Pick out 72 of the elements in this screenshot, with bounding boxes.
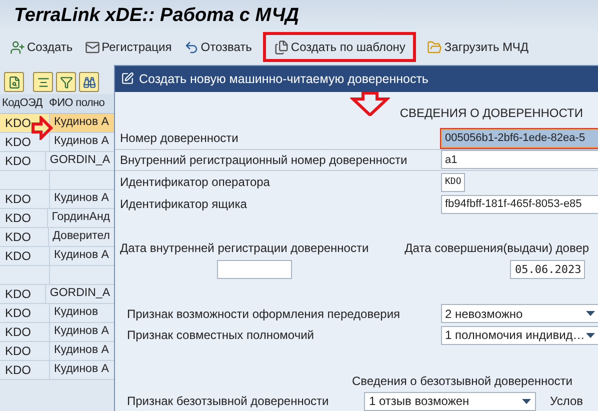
table-cell: ГординАнд	[48, 209, 114, 227]
table-cell: KDO	[0, 361, 50, 379]
toolbar-button[interactable]: Создать	[6, 35, 77, 59]
table-cell: GORDIN_A	[46, 285, 114, 303]
field-label: Услов	[550, 393, 584, 410]
table-cell: Кудинов А	[50, 133, 114, 151]
table-cell: GORDIN_A	[46, 152, 114, 170]
table-cell: KDO	[0, 209, 48, 227]
table-cell: KDO	[0, 323, 50, 341]
tool-button[interactable]	[4, 72, 24, 92]
dropdown[interactable]: 1 полномочия индивид…	[441, 326, 598, 345]
caret-icon	[586, 332, 595, 338]
dialog-title: Создать новую машинно-читаемую доверенность	[139, 70, 428, 88]
field-label: Внутренний регистрационный номер доверенности	[120, 152, 408, 169]
table-cell: KDO	[0, 285, 46, 303]
table-cell: KDO	[0, 304, 50, 322]
field-label: Признак возможности оформления передоверия	[127, 306, 402, 323]
tool-button[interactable]	[33, 72, 53, 92]
documents-icon	[274, 40, 289, 54]
align-icon	[36, 76, 50, 88]
field-label: Признак совместных полномочий	[127, 327, 315, 344]
field-label: Дата внутренней регистрации доверенности	[120, 240, 369, 257]
window-title: TerraLink xDE:: Работа с МЧД	[14, 4, 299, 28]
toolbar-button[interactable]: Отозвать	[180, 35, 256, 59]
toolbar-button[interactable]: Загрузить МЧД	[423, 35, 533, 59]
table-cell: Кудинов	[50, 304, 114, 322]
tool-button[interactable]	[56, 72, 76, 92]
text-field[interactable]: a1	[441, 150, 598, 170]
undo-icon	[184, 40, 199, 54]
folder-icon	[427, 40, 442, 54]
toolbar-button[interactable]: Создать по шаблону	[266, 35, 414, 59]
field-label: Идентификатор ящика	[120, 196, 248, 214]
caret-icon	[522, 398, 531, 404]
table-cell: KDO	[0, 247, 50, 265]
arrow-drawing	[31, 116, 53, 140]
field-label: Дата совершения(выдачи) довер	[404, 240, 590, 257]
binoculars-icon	[82, 76, 96, 88]
field-label: Номер доверенности	[120, 130, 240, 148]
toolbar-button[interactable]: Регистрация	[80, 35, 176, 59]
arrow-drawing	[350, 92, 390, 116]
table-cell: Кудинов А	[50, 342, 114, 360]
table-cell: Кудинов А	[50, 361, 114, 379]
column-header: ФИО полно	[48, 96, 106, 112]
table-cell: KDO	[0, 133, 50, 151]
subsection-title: Сведения о безотзывной доверенности	[352, 373, 572, 390]
table-cell: Кудинов А	[50, 323, 114, 341]
dialog-icon	[121, 72, 134, 86]
caret-icon	[586, 311, 595, 316]
search-icon	[8, 76, 20, 88]
text-field[interactable]: KDO	[441, 172, 466, 192]
text-field[interactable]: fb94fbff-181f-465f-8053-e85	[441, 194, 598, 214]
table-cell: Кудинов А	[50, 114, 114, 132]
table-cell: Доверител	[48, 228, 114, 246]
table-cell: KDO	[0, 152, 46, 170]
text-field[interactable]: 005056b1-2bf6-1ede-82ea-5	[441, 128, 598, 148]
date-field[interactable]	[217, 260, 292, 280]
field-label: Признак безотзывной доверенности	[127, 393, 330, 410]
column-header: КодОЭД	[1, 96, 44, 112]
table-cell: KDO	[0, 228, 49, 246]
filter-icon	[60, 76, 72, 88]
date-field[interactable]: 05.06.2023	[510, 260, 585, 280]
dropdown[interactable]: 2 невозможно	[441, 304, 598, 324]
table-cell: Кудинов А	[50, 247, 114, 265]
table-cell: Кудинов А	[50, 190, 114, 208]
field-label: Идентификатор оператора	[120, 174, 271, 192]
dropdown[interactable]: 1 отзыв возможен	[364, 392, 536, 411]
person-add-icon	[10, 40, 25, 54]
envelope-icon	[84, 40, 100, 54]
section-title: СВЕДЕНИЯ О ДОВЕРЕННОСТИ	[400, 104, 583, 122]
table-cell: KDO	[0, 342, 50, 360]
tool-button[interactable]	[79, 72, 99, 92]
table-cell: KDO	[0, 190, 50, 208]
